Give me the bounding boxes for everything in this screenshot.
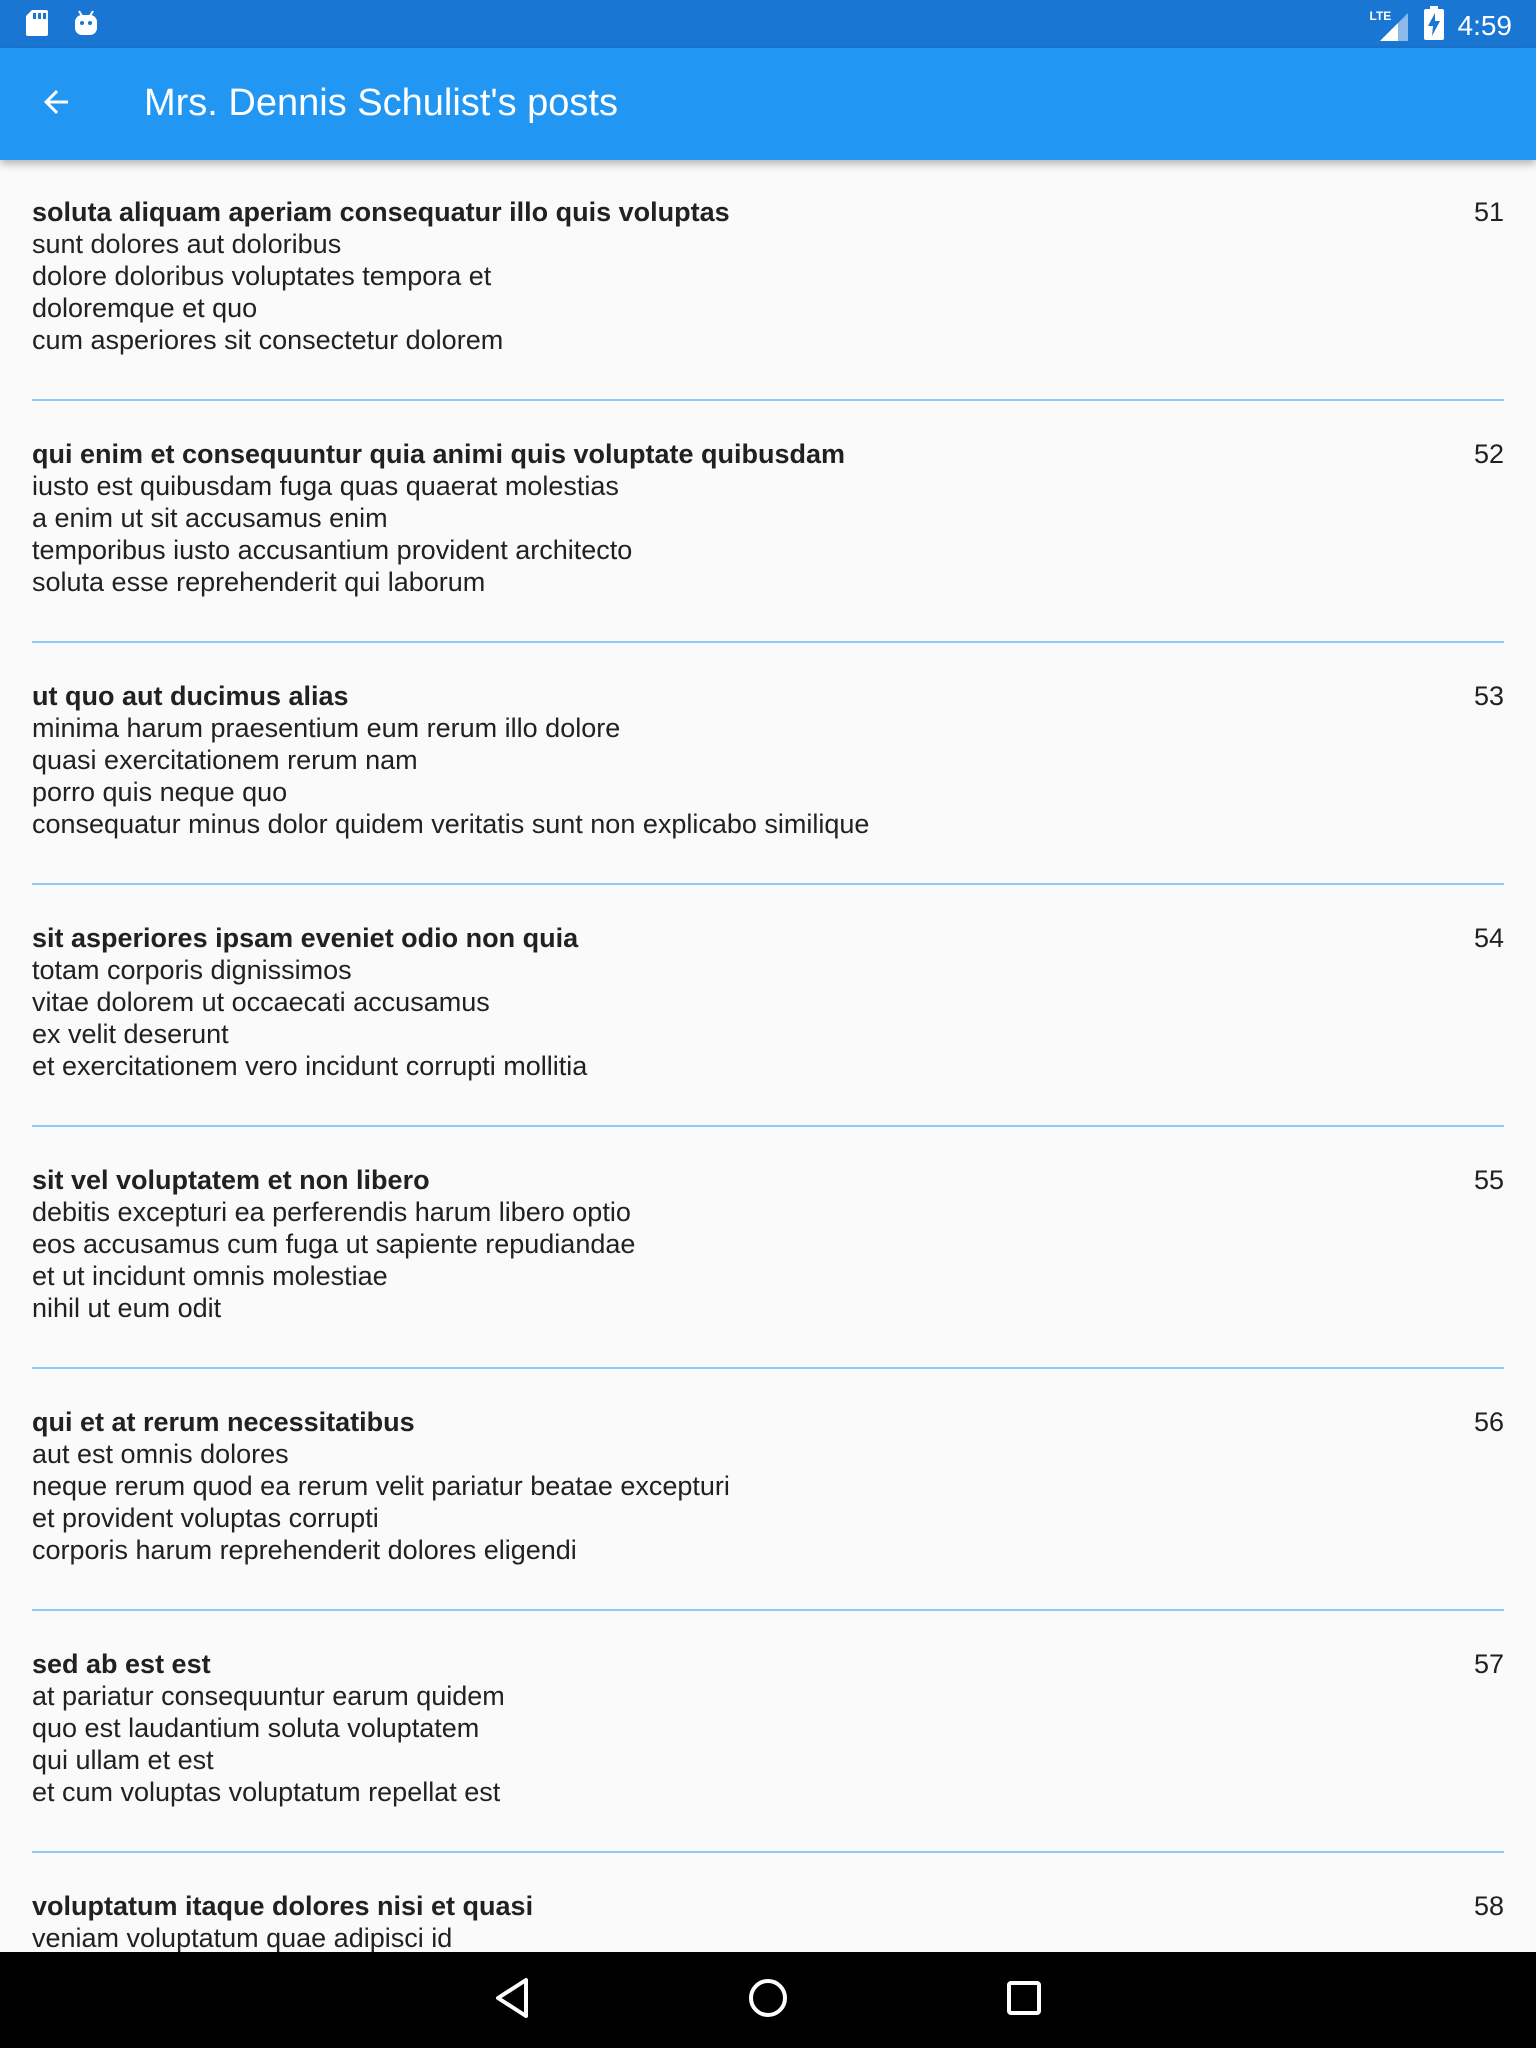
post-title: qui enim et consequuntur quia animi quis… (32, 439, 846, 469)
list-item[interactable]: voluptatum itaque dolores nisi et quasi … (32, 1854, 1504, 1952)
post-title: qui et at rerum necessitatibus (32, 1407, 415, 1437)
post-list[interactable]: soluta aliquam aperiam consequatur illo … (0, 160, 1536, 1952)
navigation-bar (0, 1952, 1536, 2048)
back-triangle-icon (492, 1976, 532, 2025)
post-title: sit asperiores ipsam eveniet odio non qu… (32, 923, 579, 953)
post-body-line: totam corporis dignissimos (32, 955, 352, 985)
post-body-line: et ut incidunt omnis molestiae (32, 1261, 388, 1291)
post-body: aut est omnis dolores neque rerum quod e… (32, 1438, 730, 1566)
screen: LTE 4:59 Mrs. Dennis Schulist's posts so… (0, 0, 1536, 2048)
post-body: minima harum praesentium eum rerum illo … (32, 712, 869, 840)
post-body-line: quo est laudantium soluta voluptatem (32, 1713, 480, 1743)
post-body-line: ex velit deserunt (32, 1019, 229, 1049)
list-item[interactable]: sit vel voluptatem et non libero debitis… (32, 1128, 1504, 1369)
post-id: 53 (1473, 681, 1504, 711)
post-body-line: a enim ut sit accusamus enim (32, 503, 388, 533)
post-body-line: soluta esse reprehenderit qui laborum (32, 567, 486, 597)
post-body-line: temporibus iusto accusantium provident a… (32, 535, 633, 565)
post-body-line: aut est omnis dolores (32, 1439, 289, 1469)
list-item[interactable]: soluta aliquam aperiam consequatur illo … (32, 160, 1504, 401)
post-id: 57 (1473, 1649, 1504, 1679)
post-body-line: sunt dolores aut doloribus (32, 229, 342, 259)
post-body-line: doloremque et quo (32, 293, 258, 323)
post-body-line: cum asperiores sit consectetur dolorem (32, 325, 504, 355)
android-debug-icon (72, 8, 100, 43)
status-bar: LTE 4:59 (0, 0, 1536, 48)
battery-charging-icon (1423, 6, 1444, 45)
status-time: 4:59 (1457, 9, 1513, 41)
list-item[interactable]: qui et at rerum necessitatibus aut est o… (32, 1370, 1504, 1611)
recents-square-icon (1004, 1978, 1044, 2023)
post-body-line: iusto est quibusdam fuga quas quaerat mo… (32, 471, 619, 501)
post-body-line: porro quis neque quo (32, 777, 288, 807)
post-body-line: nihil ut eum odit (32, 1293, 222, 1323)
arrow-back-icon (38, 84, 74, 125)
post-body-line: qui ullam et est (32, 1745, 214, 1775)
post-body: at pariatur consequuntur earum quidem qu… (32, 1680, 505, 1808)
post-body-line: eos accusamus cum fuga ut sapiente repud… (32, 1229, 636, 1259)
post-body: iusto est quibusdam fuga quas quaerat mo… (32, 470, 632, 598)
lte-signal-icon: LTE (1370, 9, 1410, 43)
post-body-line: et provident voluptas corrupti (32, 1503, 379, 1533)
post-id: 54 (1473, 923, 1504, 953)
post-id: 55 (1473, 1165, 1504, 1195)
post-title: sit vel voluptatem et non libero (32, 1165, 430, 1195)
post-id: 58 (1473, 1891, 1504, 1921)
nav-back-button[interactable] (482, 1970, 542, 2030)
post-title: voluptatum itaque dolores nisi et quasi (32, 1891, 534, 1921)
back-button[interactable] (20, 68, 92, 140)
post-body: debitis excepturi ea perferendis harum l… (32, 1196, 635, 1324)
post-body-line: neque rerum quod ea rerum velit pariatur… (32, 1471, 730, 1501)
post-body-line: minima harum praesentium eum rerum illo … (32, 713, 621, 743)
post-title: sed ab est est (32, 1649, 211, 1679)
status-right-icons: LTE 4:59 (1370, 6, 1513, 45)
post-id: 52 (1473, 439, 1504, 469)
post-body-line: et cum voluptas voluptatum repellat est (32, 1777, 501, 1807)
list-item[interactable]: sit asperiores ipsam eveniet odio non qu… (32, 886, 1504, 1127)
post-body-line: dolore doloribus voluptates tempora et (32, 261, 492, 291)
list-item[interactable]: ut quo aut ducimus alias minima harum pr… (32, 644, 1504, 885)
post-body-line: vitae dolorem ut occaecati accusamus (32, 987, 490, 1017)
post-id: 56 (1473, 1407, 1504, 1437)
post-title: soluta aliquam aperiam consequatur illo … (32, 197, 730, 227)
nav-recents-button[interactable] (994, 1970, 1054, 2030)
post-body: veniam voluptatum quae adipisci id (32, 1922, 452, 1952)
post-body-line: et exercitationem vero incidunt corrupti… (32, 1051, 588, 1081)
sd-card-icon (24, 8, 50, 43)
post-body-line: corporis harum reprehenderit dolores eli… (32, 1535, 577, 1565)
post-id: 51 (1473, 197, 1504, 227)
post-body-line: at pariatur consequuntur earum quidem (32, 1681, 505, 1711)
post-body-line: debitis excepturi ea perferendis harum l… (32, 1197, 631, 1227)
list-item[interactable]: sed ab est est at pariatur consequuntur … (32, 1612, 1504, 1853)
page-title: Mrs. Dennis Schulist's posts (144, 82, 618, 124)
status-left-icons (24, 8, 100, 43)
home-circle-icon (746, 1976, 790, 2025)
post-body: sunt dolores aut doloribus dolore dolori… (32, 228, 503, 356)
post-body: totam corporis dignissimos vitae dolorem… (32, 954, 587, 1082)
post-title: ut quo aut ducimus alias (32, 681, 349, 711)
post-body-line: consequatur minus dolor quidem veritatis… (32, 809, 870, 839)
post-body-line: quasi exercitationem rerum nam (32, 745, 418, 775)
list-item[interactable]: qui enim et consequuntur quia animi quis… (32, 402, 1504, 643)
post-body-line: veniam voluptatum quae adipisci id (32, 1923, 453, 1952)
app-bar: Mrs. Dennis Schulist's posts (0, 48, 1536, 160)
nav-home-button[interactable] (738, 1970, 798, 2030)
